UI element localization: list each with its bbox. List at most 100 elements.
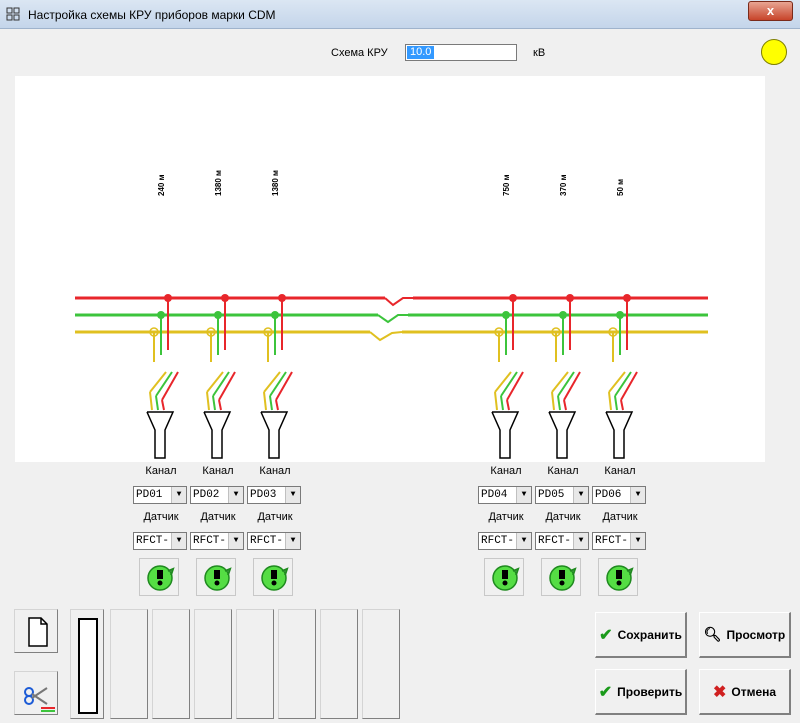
refresh-check-icon: [261, 565, 289, 591]
magnifier-icon: 🔍︎: [703, 626, 722, 642]
palette-multi-cable[interactable]: [278, 609, 316, 719]
bus-node-b: [559, 311, 567, 319]
channel-label: Канал: [604, 465, 636, 477]
channel-label: Канал: [259, 465, 291, 477]
check-sensor-button[interactable]: [541, 558, 581, 596]
distance-label: 750 м: [502, 174, 511, 197]
preview-button[interactable]: 🔍︎ Просмотр: [699, 612, 791, 658]
bus-node-b: [214, 311, 222, 319]
refresh-check-icon: [606, 565, 634, 591]
verify-button[interactable]: ✔ Проверить: [595, 669, 687, 715]
chevron-down-icon: ▼: [630, 487, 645, 503]
cross-icon: ✖: [712, 683, 727, 701]
check-sensor-button[interactable]: [196, 558, 236, 596]
cable-c: [263, 371, 281, 393]
channel-label: Канал: [145, 465, 177, 477]
chevron-down-icon: ▼: [516, 533, 531, 549]
cable-c2: [551, 391, 555, 411]
refresh-check-icon: [147, 565, 175, 591]
sensor-label: Датчик: [602, 511, 638, 523]
cable-c: [608, 371, 626, 393]
palette-ground[interactable]: [194, 609, 232, 719]
palette-busbar[interactable]: [70, 609, 104, 719]
cable-c2: [149, 391, 153, 411]
save-button[interactable]: ✔ Сохранить: [595, 612, 687, 658]
channel-select[interactable]: PD06 ▼: [592, 486, 646, 504]
sensor-select[interactable]: RFCT- ▼: [478, 532, 532, 550]
bus-node-b: [616, 311, 624, 319]
channel-select[interactable]: PD03 ▼: [247, 486, 301, 504]
checkmark-icon: ✔: [599, 626, 613, 644]
checkmark-icon: ✔: [598, 683, 613, 701]
bus-node-a: [509, 294, 517, 302]
channel-label: Канал: [547, 465, 579, 477]
channel-select[interactable]: PD05 ▼: [535, 486, 589, 504]
chevron-down-icon: ▼: [228, 487, 243, 503]
cable-b2: [269, 395, 273, 411]
chevron-down-icon: ▼: [171, 487, 186, 503]
palette-transformer-cross[interactable]: [362, 609, 400, 719]
distance-label: 370 м: [559, 174, 568, 197]
channel-select[interactable]: PD04 ▼: [478, 486, 532, 504]
cable-a2: [218, 399, 222, 411]
bus-phase-b-switch: [377, 314, 408, 324]
sensor-select[interactable]: RFCT- ▼: [190, 532, 244, 550]
sensor-select[interactable]: RFCT- ▼: [247, 532, 301, 550]
sensor-body: [260, 411, 289, 459]
chevron-down-icon: ▼: [171, 533, 186, 549]
refresh-check-icon: [492, 565, 520, 591]
cable-c: [551, 371, 569, 393]
sensor-body: [605, 411, 634, 459]
palette-cable[interactable]: [236, 609, 274, 719]
sensor-select[interactable]: RFCT- ▼: [133, 532, 187, 550]
scissors-icon: [24, 687, 55, 712]
channel-label: Канал: [202, 465, 234, 477]
cable-a2: [563, 399, 567, 411]
chevron-down-icon: ▼: [285, 533, 300, 549]
check-sensor-button[interactable]: [484, 558, 524, 596]
channel-select[interactable]: PD02 ▼: [190, 486, 244, 504]
check-sensor-button[interactable]: [253, 558, 293, 596]
chevron-down-icon: ▼: [516, 487, 531, 503]
chevron-down-icon: ▼: [285, 487, 300, 503]
cable-b2: [212, 395, 216, 411]
sensor-select[interactable]: RFCT- ▼: [592, 532, 646, 550]
cut-button[interactable]: [14, 671, 58, 715]
new-document-button[interactable]: [14, 609, 58, 653]
palette-transformer[interactable]: [320, 609, 358, 719]
sensor-select[interactable]: RFCT- ▼: [535, 532, 589, 550]
distance-label: 50 м: [616, 178, 625, 196]
cable-b2: [500, 395, 504, 411]
palette-bus-switch[interactable]: [152, 609, 190, 719]
cable-c2: [263, 391, 267, 411]
chevron-down-icon: ▼: [573, 533, 588, 549]
sensor-body: [203, 411, 232, 459]
bus-node-a: [164, 294, 172, 302]
cable-a2: [161, 399, 165, 411]
distance-label: 1380 м: [271, 170, 280, 196]
refresh-check-icon: [204, 565, 232, 591]
distance-label: 240 м: [157, 174, 166, 197]
chevron-down-icon: ▼: [573, 487, 588, 503]
cable-a2: [620, 399, 624, 411]
cable-c2: [494, 391, 498, 411]
sensor-body: [491, 411, 520, 459]
sensor-label: Датчик: [200, 511, 236, 523]
bus-phase-c-switch: [369, 331, 403, 342]
check-sensor-button[interactable]: [598, 558, 638, 596]
cable-b2: [155, 395, 159, 411]
palette-bus-line[interactable]: [110, 609, 148, 719]
channel-select[interactable]: PD01 ▼: [133, 486, 187, 504]
sensor-body: [548, 411, 577, 459]
cancel-button[interactable]: ✖ Отмена: [699, 669, 791, 715]
bus-node-b: [157, 311, 165, 319]
check-sensor-button[interactable]: [139, 558, 179, 596]
cable-c2: [206, 391, 210, 411]
sensor-label: Датчик: [545, 511, 581, 523]
sensor-label: Датчик: [143, 511, 179, 523]
sensor-label: Датчик: [257, 511, 293, 523]
distance-label: 1380 м: [214, 170, 223, 196]
cable-c: [149, 371, 167, 393]
bus-node-a: [221, 294, 229, 302]
bus-node-a: [623, 294, 631, 302]
